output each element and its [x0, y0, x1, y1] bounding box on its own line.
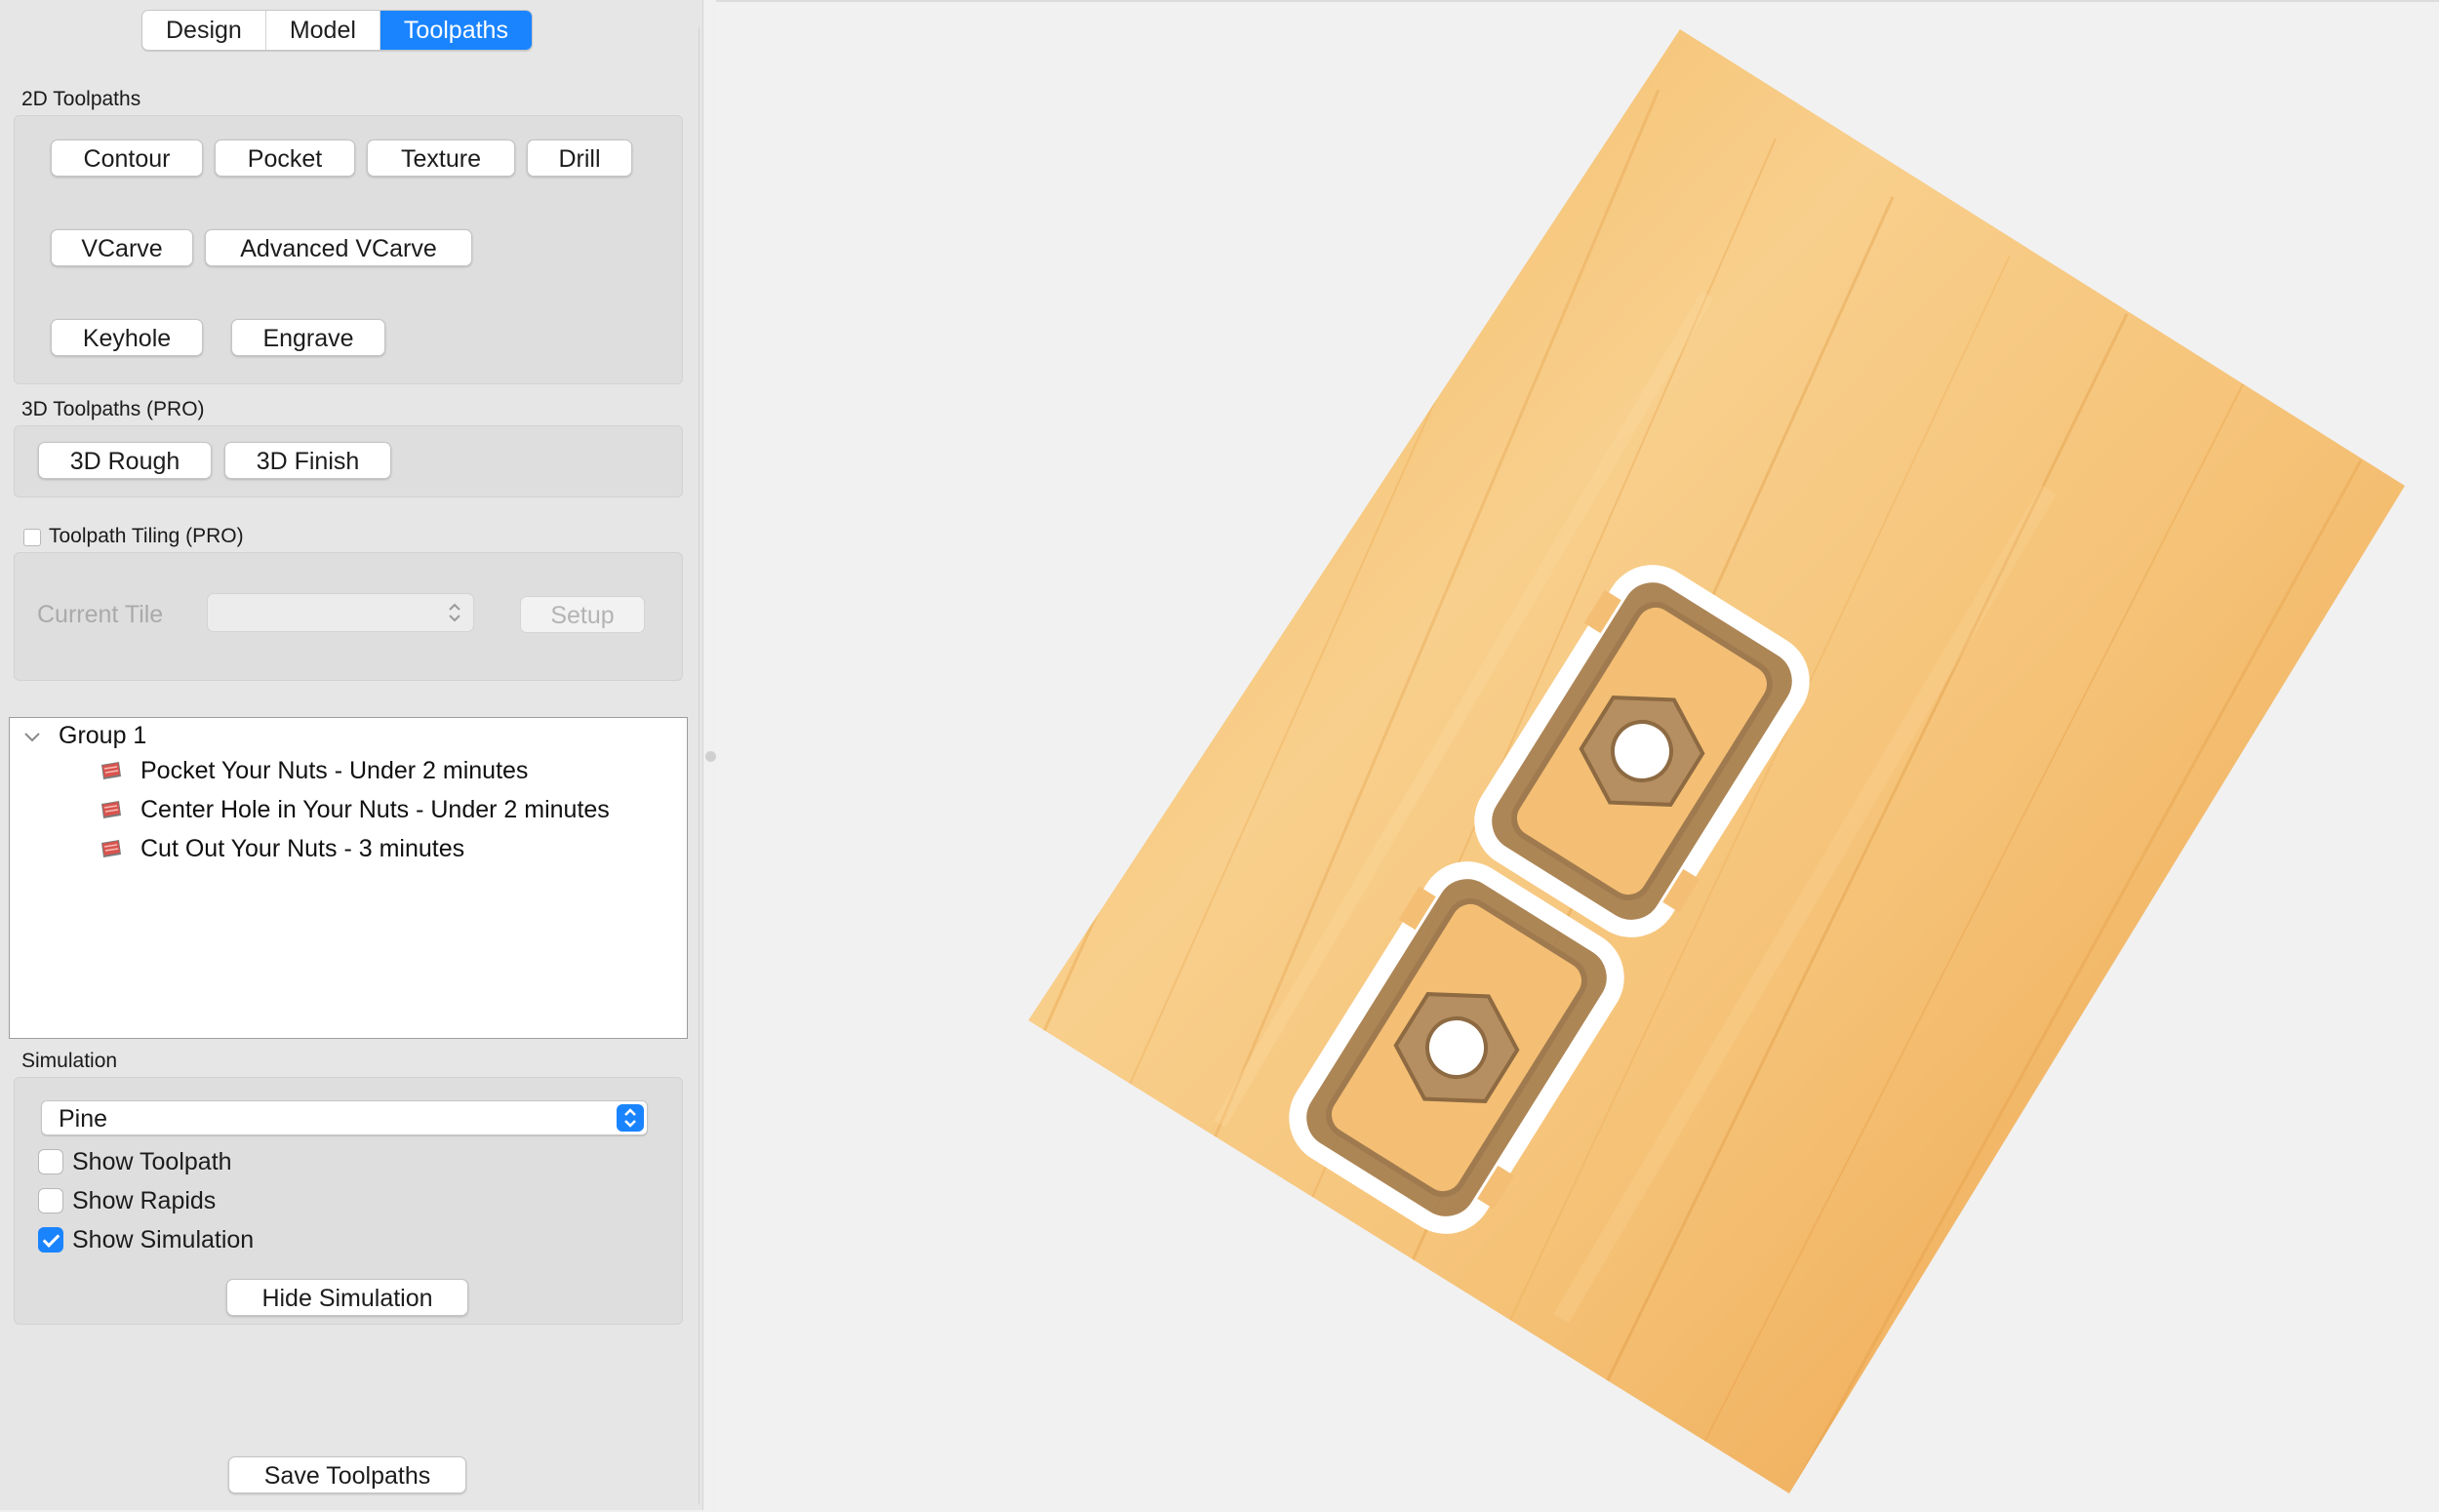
simulation-title: Simulation [21, 1050, 118, 1072]
show-simulation-label: Show Simulation [72, 1226, 255, 1253]
contour-button[interactable]: Contour [51, 139, 203, 177]
panel-2d-toolpaths: Contour Pocket Texture Drill VCarve Adva… [14, 115, 683, 384]
tree-item-center-hole[interactable]: Center Hole in Your Nuts - Under 2 minut… [140, 796, 610, 824]
tab-design[interactable]: Design [142, 11, 266, 50]
advanced-vcarve-button[interactable]: Advanced VCarve [205, 229, 472, 266]
material-select[interactable]: Pine [41, 1100, 648, 1135]
tab-model[interactable]: Model [266, 11, 380, 50]
pocket-button[interactable]: Pocket [215, 139, 355, 177]
show-toolpath-checkbox[interactable] [38, 1149, 63, 1174]
show-rapids-label: Show Rapids [72, 1187, 217, 1214]
panel-3d-toolpaths: 3D Rough 3D Finish [14, 425, 683, 497]
current-tile-select[interactable] [207, 593, 474, 632]
keyhole-button[interactable]: Keyhole [51, 319, 203, 356]
section-2d-toolpaths-title: 2D Toolpaths [21, 88, 141, 110]
toolpaths-sidebar: Design Model Toolpaths 2D Toolpaths Cont… [0, 0, 703, 1510]
show-simulation-checkbox[interactable] [38, 1227, 63, 1253]
tab-toolpaths[interactable]: Toolpaths [380, 11, 532, 50]
current-tile-label: Current Tile [37, 601, 164, 628]
mode-tabs: Design Model Toolpaths [141, 10, 533, 51]
tree-item-cut-out[interactable]: Cut Out Your Nuts - 3 minutes [140, 835, 464, 863]
hide-simulation-button[interactable]: Hide Simulation [226, 1279, 468, 1316]
tree-group-label[interactable]: Group 1 [59, 722, 146, 750]
toolpath-tiling-checkbox[interactable] [23, 529, 41, 546]
toolpath-tiling-label: Toolpath Tiling (PRO) [49, 525, 244, 547]
drill-button[interactable]: Drill [527, 139, 632, 177]
3d-viewport[interactable] [716, 0, 2439, 1512]
tree-item-pocket[interactable]: Pocket Your Nuts - Under 2 minutes [140, 757, 528, 785]
toolpath-icon [101, 801, 121, 818]
simulation-render [1028, 29, 2405, 1493]
toolpath-icon [101, 762, 121, 779]
chevron-updown-icon [449, 603, 460, 622]
chevron-updown-icon [617, 1104, 644, 1132]
tile-setup-button[interactable]: Setup [520, 596, 645, 633]
vcarve-button[interactable]: VCarve [51, 229, 193, 266]
3d-finish-button[interactable]: 3D Finish [224, 442, 391, 479]
save-toolpaths-button[interactable]: Save Toolpaths [228, 1456, 466, 1493]
material-select-value: Pine [59, 1105, 108, 1133]
show-rapids-checkbox[interactable] [38, 1188, 63, 1214]
toolpath-icon [101, 840, 121, 857]
chevron-down-icon[interactable] [23, 732, 41, 743]
engrave-button[interactable]: Engrave [231, 319, 385, 356]
splitter-handle[interactable] [705, 751, 716, 762]
toolpath-tree: Group 1 Pocket Your Nuts - Under 2 minut… [9, 717, 688, 1039]
texture-button[interactable]: Texture [367, 139, 515, 177]
3d-rough-button[interactable]: 3D Rough [38, 442, 212, 479]
section-3d-toolpaths-title: 3D Toolpaths (PRO) [21, 398, 205, 420]
show-toolpath-label: Show Toolpath [72, 1148, 232, 1175]
